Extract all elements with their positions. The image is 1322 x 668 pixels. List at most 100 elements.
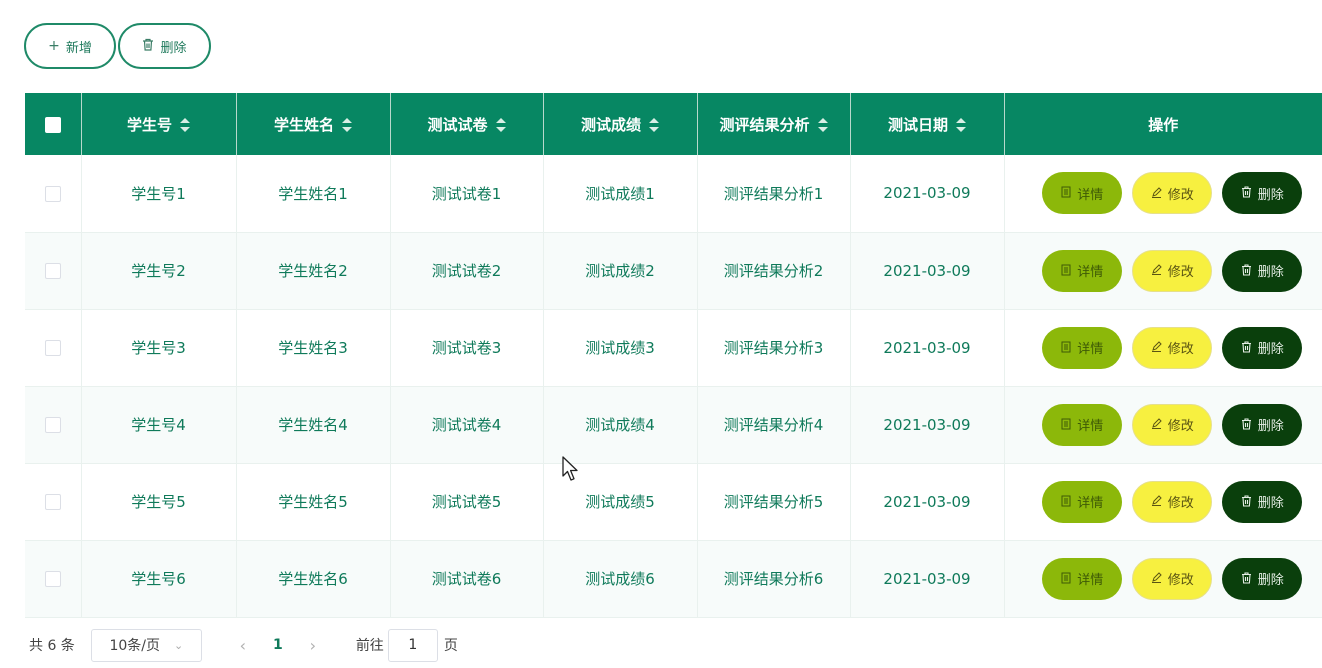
- table-header-row: 学生号 学生姓名 测试试卷 测试成绩 测评结果分析 测试日期 操作: [25, 93, 1322, 155]
- cell-test-paper: 测试试卷2: [390, 232, 544, 310]
- header-test-score[interactable]: 测试成绩: [543, 93, 698, 155]
- cell-student-no: 学生号4: [81, 386, 237, 464]
- batch-delete-button[interactable]: 删除: [118, 23, 211, 69]
- document-icon: [1061, 264, 1071, 278]
- edit-button[interactable]: 修改: [1132, 403, 1213, 446]
- edit-button[interactable]: 修改: [1132, 249, 1213, 292]
- data-table: 学生号 学生姓名 测试试卷 测试成绩 测评结果分析 测试日期 操作 学生号1 学…: [25, 93, 1322, 618]
- cell-test-paper: 测试试卷6: [390, 540, 544, 618]
- page-suffix: 页: [443, 638, 458, 654]
- delete-button[interactable]: 删除: [1222, 480, 1303, 523]
- header-analysis[interactable]: 测评结果分析: [697, 93, 851, 155]
- sort-icon[interactable]: [495, 118, 506, 132]
- cell-analysis: 测评结果分析5: [697, 463, 851, 541]
- add-button[interactable]: + 新增: [24, 23, 116, 69]
- cell-student-no: 学生号6: [81, 540, 237, 618]
- cell-student-no: 学生号5: [81, 463, 237, 541]
- cell-analysis: 测评结果分析6: [697, 540, 851, 618]
- cell-student-no: 学生号2: [81, 232, 237, 310]
- goto-page-input[interactable]: [387, 628, 438, 662]
- plus-icon: +: [48, 38, 60, 54]
- row-checkbox[interactable]: [44, 263, 61, 279]
- document-icon: [1061, 341, 1071, 355]
- detail-button[interactable]: 详情: [1042, 557, 1123, 600]
- edit-button[interactable]: 修改: [1132, 326, 1213, 369]
- page-number[interactable]: 1: [258, 637, 298, 653]
- cell-test-date: 2021-03-09: [850, 309, 1005, 387]
- cell-student-name: 学生姓名1: [236, 155, 391, 233]
- cell-test-paper: 测试试卷5: [390, 463, 544, 541]
- sort-icon[interactable]: [956, 118, 966, 132]
- header-test-date[interactable]: 测试日期: [850, 93, 1005, 155]
- delete-button[interactable]: 删除: [1222, 557, 1303, 600]
- delete-button[interactable]: 删除: [1222, 326, 1303, 369]
- page-size-value: 10条/页: [109, 638, 160, 654]
- detail-button[interactable]: 详情: [1042, 403, 1123, 446]
- edit-button[interactable]: 修改: [1132, 480, 1213, 523]
- pencil-icon: [1151, 341, 1162, 354]
- cell-student-name: 学生姓名5: [236, 463, 391, 541]
- document-icon: [1061, 572, 1071, 586]
- trash-icon: [1241, 263, 1252, 278]
- select-all-checkbox[interactable]: [44, 116, 61, 133]
- edit-button[interactable]: 修改: [1132, 172, 1213, 215]
- cell-analysis: 测评结果分析3: [697, 309, 851, 387]
- row-checkbox[interactable]: [44, 185, 61, 202]
- delete-button[interactable]: 删除: [1222, 172, 1303, 215]
- prev-page-button[interactable]: ‹: [228, 636, 258, 655]
- header-test-paper[interactable]: 测试试卷: [390, 93, 544, 155]
- cell-analysis: 测评结果分析2: [697, 232, 851, 310]
- cell-analysis: 测评结果分析4: [697, 386, 851, 464]
- document-icon: [1061, 418, 1071, 432]
- edit-button[interactable]: 修改: [1132, 557, 1213, 600]
- cell-test-score: 测试成绩6: [543, 540, 698, 618]
- cell-analysis: 测评结果分析1: [697, 155, 851, 233]
- header-select-all[interactable]: [25, 93, 82, 155]
- cell-test-date: 2021-03-09: [850, 386, 1005, 464]
- row-checkbox[interactable]: [44, 417, 61, 433]
- sort-icon[interactable]: [817, 118, 828, 132]
- cell-test-date: 2021-03-09: [850, 155, 1005, 233]
- pagination-total: 共 6 条: [29, 638, 75, 654]
- row-checkbox[interactable]: [44, 571, 61, 587]
- row-checkbox[interactable]: [44, 494, 61, 510]
- sort-icon[interactable]: [342, 118, 352, 132]
- delete-button[interactable]: 删除: [1222, 403, 1303, 446]
- delete-button[interactable]: 删除: [1222, 249, 1303, 292]
- cell-student-no: 学生号1: [81, 155, 237, 233]
- pencil-icon: [1151, 495, 1162, 508]
- trash-icon: [1241, 571, 1252, 586]
- cell-test-score: 测试成绩2: [543, 232, 698, 310]
- pencil-icon: [1151, 187, 1162, 200]
- goto-label: 前往: [355, 638, 384, 654]
- detail-button[interactable]: 详情: [1042, 172, 1123, 215]
- header-student-no[interactable]: 学生号: [81, 93, 237, 155]
- trash-icon: [1241, 417, 1252, 432]
- header-student-name[interactable]: 学生姓名: [236, 93, 391, 155]
- cell-student-name: 学生姓名4: [236, 386, 391, 464]
- table-row: 学生号5 学生姓名5 测试试卷5 测试成绩5 测评结果分析5 2021-03-0…: [25, 463, 1322, 541]
- detail-button[interactable]: 详情: [1042, 480, 1123, 523]
- next-page-button[interactable]: ›: [298, 636, 328, 655]
- table-row: 学生号4 学生姓名4 测试试卷4 测试成绩4 测评结果分析4 2021-03-0…: [25, 386, 1322, 464]
- cell-student-name: 学生姓名3: [236, 309, 391, 387]
- document-icon: [1061, 495, 1071, 509]
- pencil-icon: [1151, 264, 1162, 277]
- trash-icon: [1241, 494, 1252, 509]
- sort-icon[interactable]: [180, 118, 190, 132]
- detail-button[interactable]: 详情: [1042, 249, 1123, 292]
- page-size-select[interactable]: 10条/页 ⌄: [90, 628, 202, 662]
- cell-test-score: 测试成绩4: [543, 386, 698, 464]
- cell-test-date: 2021-03-09: [850, 540, 1005, 618]
- row-checkbox[interactable]: [44, 340, 61, 356]
- sort-icon[interactable]: [649, 118, 659, 132]
- pencil-icon: [1151, 572, 1162, 585]
- table-row: 学生号2 学生姓名2 测试试卷2 测试成绩2 测评结果分析2 2021-03-0…: [25, 232, 1322, 310]
- cell-student-no: 学生号3: [81, 309, 237, 387]
- cell-test-paper: 测试试卷1: [390, 155, 544, 233]
- row-actions: 详情 修改 删除: [1005, 249, 1322, 292]
- chevron-left-icon: ‹: [239, 635, 247, 655]
- document-icon: [1061, 186, 1071, 200]
- cell-student-name: 学生姓名2: [236, 232, 391, 310]
- detail-button[interactable]: 详情: [1042, 326, 1123, 369]
